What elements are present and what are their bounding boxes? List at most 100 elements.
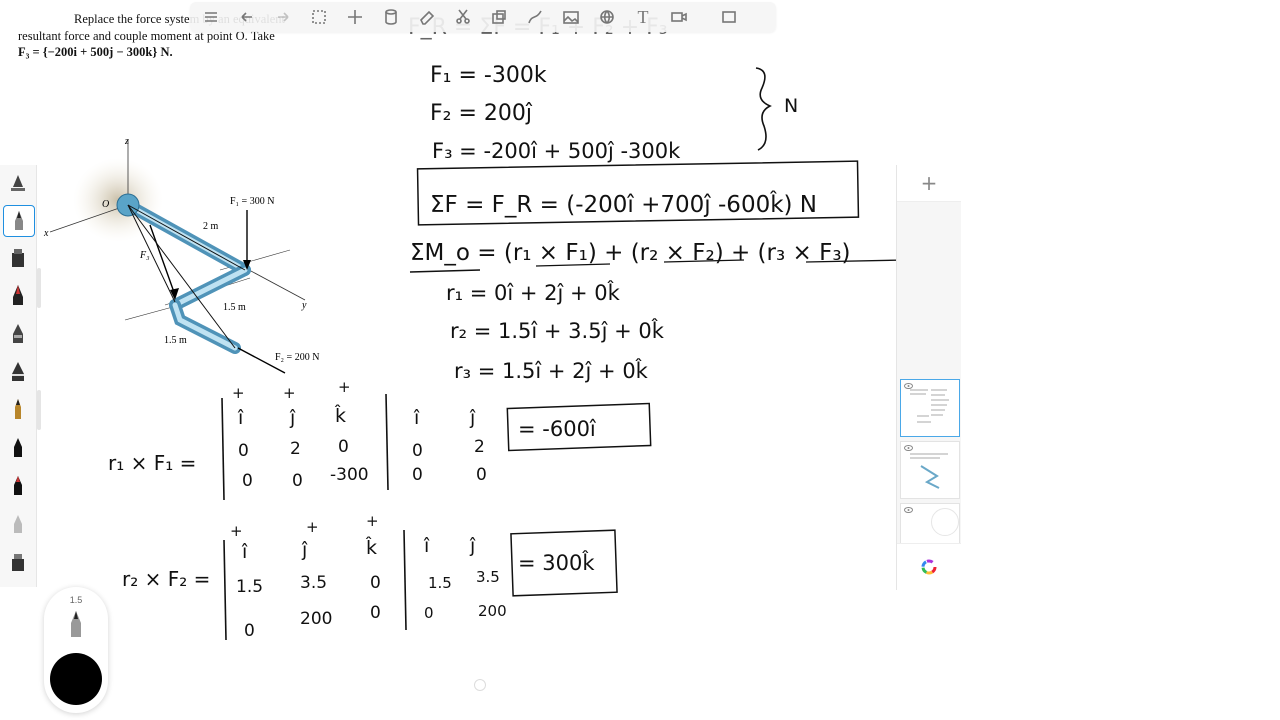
matrix-bar <box>385 393 389 491</box>
m2-cell: 0 <box>244 621 255 641</box>
scroll-handle[interactable] <box>37 390 41 430</box>
calligraphy-pen-icon[interactable] <box>3 357 33 387</box>
page-panel: + <box>896 165 961 590</box>
crayon-icon[interactable] <box>3 433 33 463</box>
m1-cell: 2 <box>474 437 485 457</box>
felt-pen-icon[interactable] <box>3 471 33 501</box>
m2-cell: î <box>241 541 248 563</box>
units-n: N <box>784 95 798 117</box>
m2-cell: 200 <box>478 602 507 620</box>
color-wheel-icon <box>921 559 937 575</box>
brace <box>755 67 772 151</box>
sign-plus: + <box>283 384 296 402</box>
matrix-bar <box>403 529 407 631</box>
cross2-result: = 300k̂ <box>518 550 595 575</box>
add-page-button[interactable]: + <box>897 165 961 202</box>
m2-cell: î <box>423 535 430 557</box>
page-thumbnail-2[interactable] <box>900 441 960 499</box>
m2-cell: 0 <box>370 573 381 593</box>
m2-cell: k̂ <box>365 537 377 559</box>
thumbnail-preview <box>910 389 949 423</box>
cross1-label: r₁ × F₁ = <box>108 451 196 475</box>
sum-m-equation: ΣM_o = (r₁ × F₁) + (r₂ × F₂) + (r₃ × F₃) <box>410 240 851 266</box>
underline <box>409 269 481 273</box>
brush-pen-icon[interactable] <box>3 319 33 349</box>
top-toolbar: T <box>190 2 776 32</box>
r3-equation: r₃ = 1.5î + 2ĵ + 0k̂ <box>454 358 649 383</box>
stamp-tool-icon[interactable] <box>3 547 33 577</box>
m2-cell: 1.5 <box>428 574 452 592</box>
redo-icon[interactable] <box>268 4 298 30</box>
f1-equation: F₁ = -300k <box>430 63 547 88</box>
lasso-icon[interactable] <box>304 4 334 30</box>
eye-icon[interactable] <box>904 507 913 513</box>
pen-curve-icon[interactable] <box>520 4 550 30</box>
handwritten-notes: F_R = ΣF = F₁ + F₂ + F₃ F₁ = -300k F₂ = … <box>108 15 906 641</box>
matrix-bar <box>223 539 227 641</box>
note-canvas[interactable]: Replace the force system by an equivalen… <box>0 0 1280 720</box>
pencil-icon[interactable] <box>3 395 33 425</box>
m1-cell: 0 <box>412 465 423 485</box>
fountain-pen-icon[interactable] <box>3 281 33 311</box>
highlighter-icon[interactable] <box>3 509 33 539</box>
cross1-result: = -600î <box>518 417 597 441</box>
m1-cell: k̂ <box>334 405 346 427</box>
ruler-pen-icon[interactable] <box>3 167 33 197</box>
cylinder-icon[interactable] <box>376 4 406 30</box>
f2-equation: F₂ = 200ĵ <box>430 101 533 126</box>
color-wheel-button[interactable] <box>897 543 961 590</box>
f3-equation: F₃ = -200î + 500ĵ -300k <box>432 139 681 163</box>
page-thumbnail-1[interactable] <box>900 379 960 437</box>
m2-cell: 3.5 <box>476 568 500 586</box>
ballpoint-pen-icon[interactable] <box>3 205 35 237</box>
sign-plus: + <box>366 512 379 530</box>
m1-cell: 0 <box>238 441 249 461</box>
r1-equation: r₁ = 0î + 2ĵ + 0k̂ <box>446 280 621 305</box>
cross2-label: r₂ × F₂ = <box>122 567 210 591</box>
brush-preview-icon <box>71 611 81 637</box>
m2-cell: 0 <box>424 604 434 622</box>
sign-plus: + <box>230 522 243 540</box>
m1-cell: 0 <box>412 441 423 461</box>
sign-plus: + <box>232 384 245 402</box>
text-icon[interactable]: T <box>628 4 658 30</box>
stamp-icon[interactable] <box>484 4 514 30</box>
scroll-handle[interactable] <box>37 268 41 308</box>
m1-cell: 2 <box>290 439 301 459</box>
r2-equation: r₂ = 1.5î + 3.5ĵ + 0k̂ <box>450 318 665 343</box>
m1-cell: 0 <box>242 471 253 491</box>
undo-icon[interactable] <box>232 4 262 30</box>
m1-cell: -300 <box>330 465 369 485</box>
m2-cell: 200 <box>300 609 332 629</box>
m1-cell: 0 <box>292 471 303 491</box>
marker-icon[interactable] <box>3 243 33 273</box>
brush-size-label: 1.5 <box>69 595 83 605</box>
m1-cell: î <box>413 407 420 429</box>
sign-plus: + <box>306 518 319 536</box>
m2-cell: ĵ <box>469 535 476 557</box>
matrix-bar <box>221 397 225 501</box>
color-swatch[interactable] <box>50 653 102 705</box>
list-icon[interactable] <box>196 4 226 30</box>
page-placeholder <box>931 508 959 536</box>
m1-cell: 0 <box>338 437 349 457</box>
thumbnail-preview <box>910 453 948 489</box>
m1-cell: 0 <box>476 465 487 485</box>
m2-cell: ĵ <box>301 539 308 561</box>
cursor-indicator <box>474 679 486 691</box>
image-icon[interactable] <box>556 4 586 30</box>
m2-cell: 3.5 <box>300 573 327 593</box>
globe-icon[interactable] <box>592 4 622 30</box>
m2-cell: 0 <box>370 603 381 623</box>
move-icon[interactable] <box>340 4 370 30</box>
sum-f-equation: ΣF = F_R = (-200î +700ĵ -600k̂) N <box>430 191 817 218</box>
m1-cell: î <box>237 407 244 429</box>
scissors-icon[interactable] <box>448 4 478 30</box>
video-icon[interactable] <box>664 4 694 30</box>
eraser-icon[interactable] <box>412 4 442 30</box>
left-toolbar <box>0 165 37 587</box>
m1-cell: ĵ <box>469 407 476 429</box>
brush-settings[interactable]: 1.5 <box>44 587 108 713</box>
m2-cell: 1.5 <box>236 577 263 597</box>
fullscreen-icon[interactable] <box>714 4 744 30</box>
